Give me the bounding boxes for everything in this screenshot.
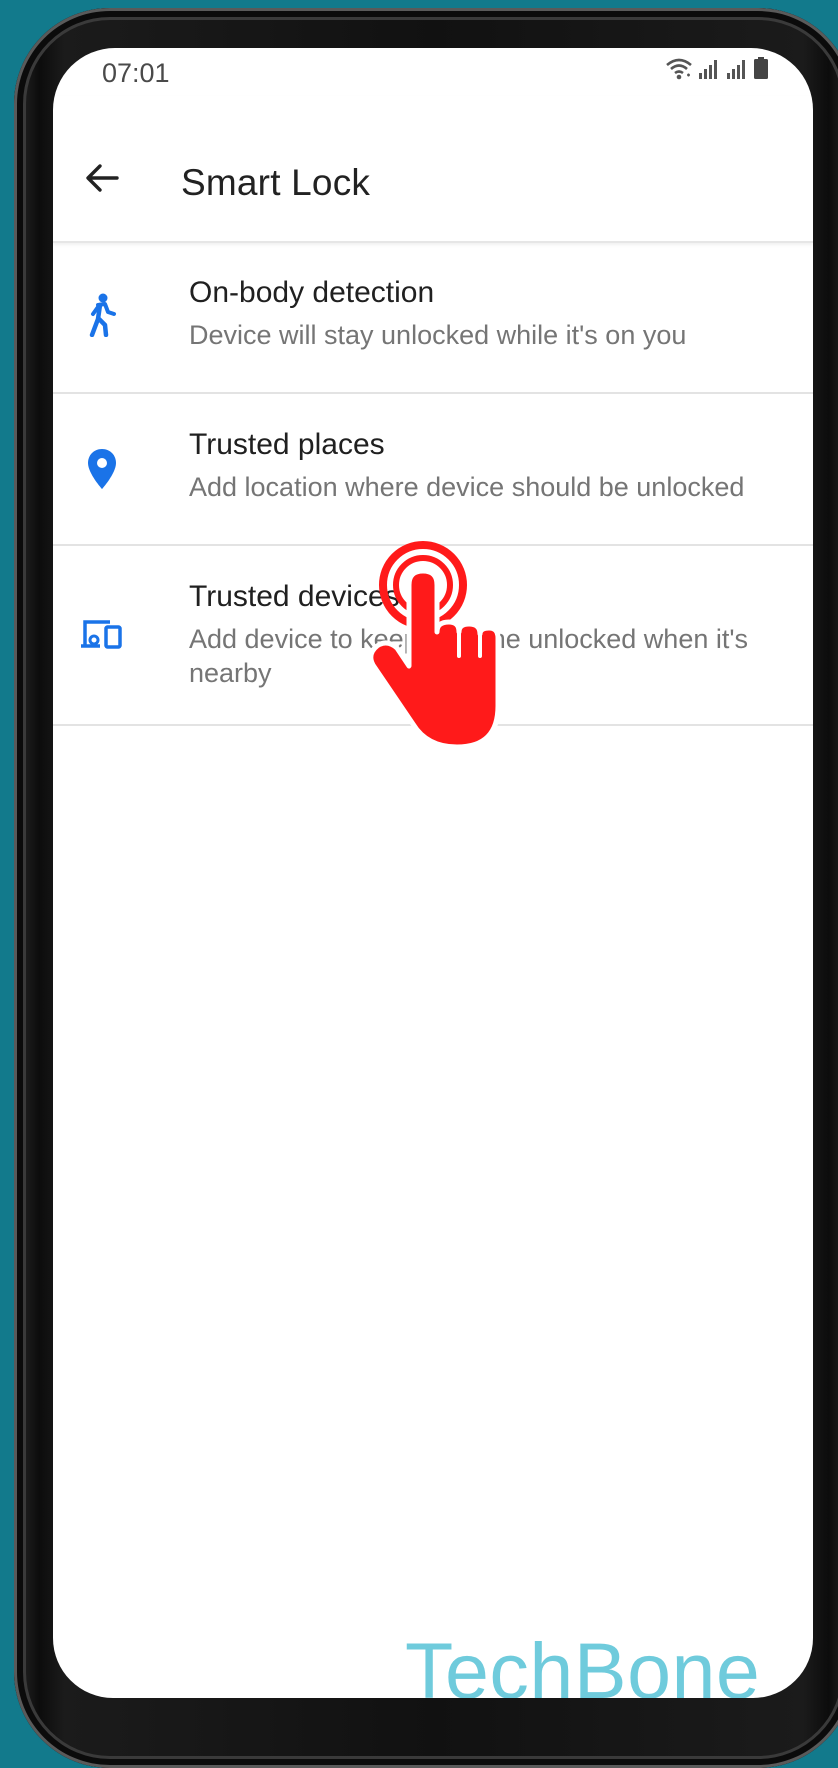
arrow-back-icon bbox=[86, 164, 119, 192]
phone-screen: 07:01 Smart Lock On-body detection Devic… bbox=[53, 48, 813, 1698]
wifi-icon bbox=[666, 58, 692, 80]
status-icons bbox=[665, 56, 769, 80]
status-time: 07:01 bbox=[102, 58, 170, 88]
status-bar: 07:01 bbox=[53, 48, 813, 96]
page-title: Smart Lock bbox=[181, 162, 371, 203]
watermark: TechBone bbox=[405, 1626, 761, 1698]
devices-icon bbox=[77, 608, 127, 658]
list-item-on-body-detection[interactable]: On-body detection Device will stay unloc… bbox=[53, 242, 813, 394]
back-button[interactable] bbox=[77, 156, 127, 200]
tap-hand-icon bbox=[365, 540, 505, 750]
item-subtitle: Add location where device should be unlo… bbox=[189, 472, 745, 502]
list-item-trusted-places[interactable]: Trusted places Add location where device… bbox=[53, 394, 813, 546]
app-bar: Smart Lock bbox=[53, 96, 813, 243]
signal-icon bbox=[699, 60, 717, 79]
location-pin-icon bbox=[77, 444, 127, 494]
item-subtitle: Device will stay unlocked while it's on … bbox=[189, 320, 687, 350]
walking-person-icon bbox=[77, 290, 127, 340]
signal-icon bbox=[727, 60, 745, 79]
item-title: Trusted places bbox=[189, 428, 385, 461]
battery-icon bbox=[754, 57, 768, 79]
item-title: On-body detection bbox=[189, 276, 435, 309]
